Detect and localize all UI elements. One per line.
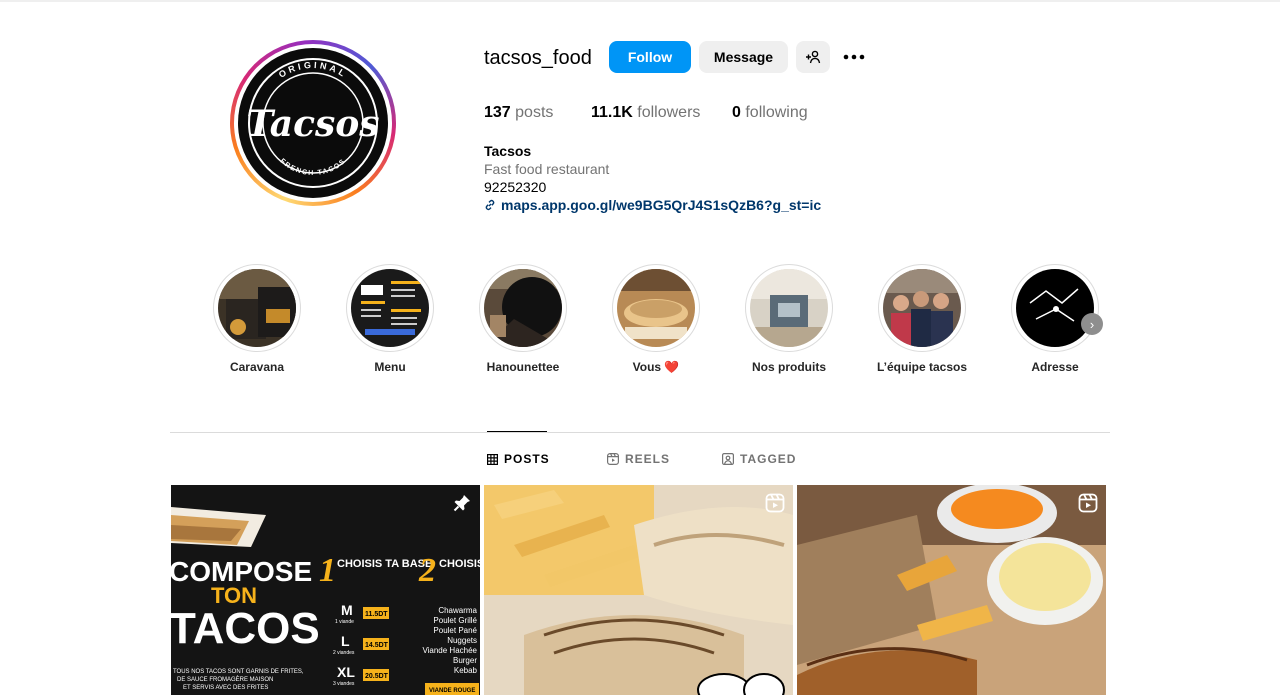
post-step2-text: CHOISIS TA VIANDE — [439, 558, 480, 570]
bio-category: Fast food restaurant — [484, 161, 610, 177]
chevron-right-icon: › — [1089, 316, 1095, 332]
post-headline-3: TACOS — [171, 604, 320, 653]
reels-icon — [607, 453, 619, 465]
grid-icon — [487, 453, 498, 465]
pin-icon — [453, 495, 470, 512]
svg-text:Chawarma: Chawarma — [438, 606, 477, 615]
posts-count: 137 posts — [484, 104, 554, 121]
more-icon — [843, 54, 865, 60]
svg-text:Poulet Pané: Poulet Pané — [433, 626, 477, 635]
bio-link[interactable]: maps.app.goo.gl/we9BG5QrJ4S1sQzB6?g_st=i… — [484, 197, 821, 213]
follow-button[interactable]: Follow — [609, 41, 691, 73]
highlight-thumbnail — [1016, 269, 1094, 347]
highlight-thumbnail — [484, 269, 562, 347]
suggest-user-button[interactable] — [796, 41, 830, 73]
reel-badge — [765, 493, 785, 518]
svg-text:ORIGINAL: ORIGINAL — [277, 60, 349, 80]
tab-posts[interactable]: POSTS — [487, 452, 550, 466]
post-image-menu: COMPOSE TON TACOS 1 CHOISIS TA BASE 2 CH… — [171, 485, 480, 695]
size-xl-price: 20.5DT — [365, 673, 389, 680]
tab-tagged[interactable]: TAGGED — [722, 452, 796, 466]
highlight-label: Nos produits — [752, 360, 826, 374]
tab-reels[interactable]: REELS — [607, 452, 670, 466]
svg-text:FRENCH TACOS: FRENCH TACOS — [279, 158, 348, 177]
size-l: L — [341, 633, 350, 649]
tagged-icon — [722, 453, 734, 465]
post-tile[interactable] — [797, 485, 1106, 695]
profile-avatar[interactable]: ORIGINAL FRENCH TACOS Tacsos — [230, 40, 396, 206]
reel-icon — [765, 493, 785, 513]
highlight-label: Caravana — [229, 360, 285, 374]
active-tab-indicator — [487, 431, 547, 432]
highlight-label: Vous ❤️ — [632, 360, 680, 374]
tabs-divider — [170, 432, 1110, 433]
reel-icon — [1078, 493, 1098, 513]
size-m-price: 11.5DT — [365, 611, 388, 618]
highlight-label: Menu — [374, 360, 406, 374]
highlights-next-button[interactable]: › — [1081, 313, 1103, 335]
svg-text:Nuggets: Nuggets — [447, 636, 477, 645]
highlight-label: Hanounettee — [486, 360, 560, 374]
bio-link-text[interactable]: maps.app.goo.gl/we9BG5QrJ4S1sQzB6?g_st=i… — [501, 197, 821, 213]
highlight-thumbnail — [218, 269, 296, 347]
post-tile[interactable]: COMPOSE TON TACOS 1 CHOISIS TA BASE 2 CH… — [171, 485, 480, 695]
followers-count[interactable]: 11.1K followers — [591, 103, 700, 123]
highlight-label: L’équipe tacsos — [876, 360, 968, 374]
post-step2-num: 2 — [418, 552, 436, 589]
size-l-sub: 2 viandes — [333, 650, 355, 656]
svg-text:TOUS NOS TACOS SONT GARNIS DE: TOUS NOS TACOS SONT GARNIS DE FRITES, — [173, 669, 304, 675]
svg-text:Poulet Grillé: Poulet Grillé — [433, 616, 477, 625]
bio-phone: 92252320 — [484, 179, 547, 195]
size-l-price: 14.5DT — [365, 642, 389, 649]
post-step1-num: 1 — [319, 552, 336, 589]
avatar-logo-top-text: ORIGINAL — [277, 60, 346, 80]
post-tile[interactable] — [484, 485, 793, 695]
size-m-sub: 1 viande — [335, 619, 354, 625]
size-xl-sub: 3 viandes — [333, 681, 355, 687]
svg-text:Kebab: Kebab — [454, 666, 478, 675]
highlight-thumbnail — [617, 269, 695, 347]
top-border — [0, 0, 1280, 2]
link-icon — [485, 199, 495, 211]
svg-text:ET SERVIS AVEC DES FRITES: ET SERVIS AVEC DES FRITES — [183, 685, 268, 691]
more-options-button[interactable] — [838, 41, 870, 73]
following-count[interactable]: 0 following — [732, 103, 808, 123]
svg-text:Burger: Burger — [453, 656, 477, 665]
highlight-thumbnail — [351, 269, 429, 347]
highlight-thumbnail — [750, 269, 828, 347]
pinned-badge — [452, 493, 472, 518]
post-image-sauces — [797, 485, 1106, 695]
avatar-logo-bottom-text: FRENCH TACOS — [279, 158, 346, 177]
post-image-tacos-fries — [484, 485, 793, 695]
bio-name: Tacsos — [484, 143, 532, 159]
reel-badge — [1078, 493, 1098, 518]
avatar-logo-main-text: Tacsos — [246, 103, 379, 145]
profile-username: tacsos_food — [484, 47, 592, 69]
avatar-logo: ORIGINAL FRENCH TACOS Tacsos — [238, 48, 388, 198]
size-m: M — [341, 602, 353, 618]
highlight-label: Adresse — [1031, 360, 1079, 374]
svg-text:DE SAUCE FROMAGÈRE MAISON: DE SAUCE FROMAGÈRE MAISON — [177, 676, 273, 683]
size-xl: XL — [337, 664, 355, 680]
highlight-thumbnail — [883, 269, 961, 347]
add-user-icon — [806, 50, 821, 64]
post-tag: VIANDE ROUGE — [429, 688, 475, 694]
message-button[interactable]: Message — [699, 41, 788, 73]
svg-text:Viande Hachée: Viande Hachée — [422, 646, 477, 655]
